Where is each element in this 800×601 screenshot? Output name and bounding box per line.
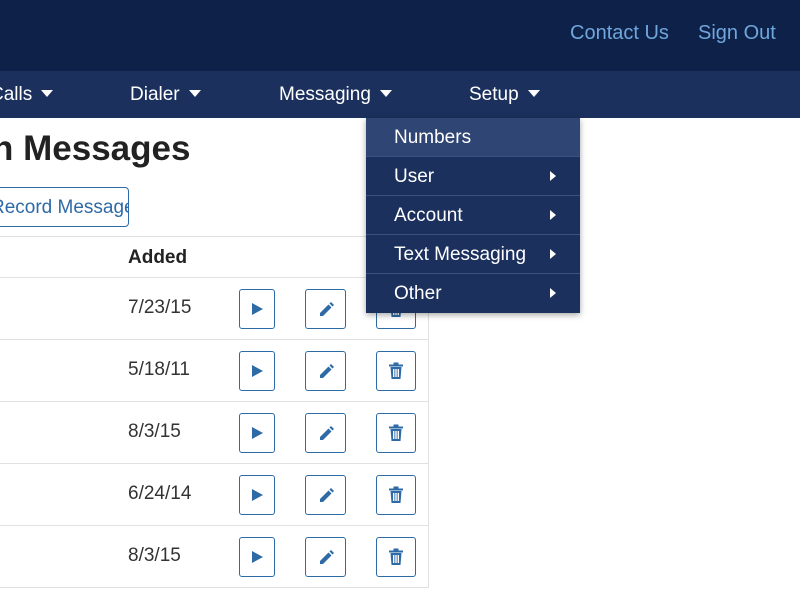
play-icon bbox=[250, 550, 264, 564]
chevron-right-icon bbox=[550, 288, 556, 298]
trash-icon bbox=[388, 424, 404, 442]
table-row: 6/24/14 bbox=[0, 464, 428, 526]
table-row: 7/23/15 bbox=[0, 278, 428, 340]
added-date: 5/18/11 bbox=[128, 359, 190, 380]
pencil-icon bbox=[317, 548, 335, 566]
edit-button[interactable] bbox=[305, 475, 346, 515]
trash-icon bbox=[388, 486, 404, 504]
edit-button[interactable] bbox=[305, 351, 346, 391]
play-icon bbox=[250, 426, 264, 440]
menu-item-account[interactable]: Account bbox=[366, 196, 580, 235]
main-nav-bar: Calls Dialer Messaging Setup bbox=[0, 71, 800, 118]
contact-us-link[interactable]: Contact Us bbox=[570, 20, 669, 46]
menu-item-label: Account bbox=[394, 205, 463, 226]
play-icon bbox=[250, 488, 264, 502]
setup-dropdown-menu: Numbers User Account Text Messaging Othe… bbox=[366, 118, 580, 313]
menu-item-numbers[interactable]: Numbers bbox=[366, 118, 580, 157]
chevron-right-icon bbox=[550, 210, 556, 220]
nav-calls[interactable]: Calls bbox=[0, 71, 54, 118]
menu-item-label: User bbox=[394, 166, 435, 187]
edit-button[interactable] bbox=[305, 289, 346, 329]
added-date: 8/3/15 bbox=[128, 545, 181, 566]
nav-messaging-label: Messaging bbox=[279, 84, 371, 105]
nav-setup[interactable]: Setup bbox=[469, 71, 540, 118]
added-date: 8/3/15 bbox=[128, 421, 181, 442]
pencil-icon bbox=[317, 424, 335, 442]
chevron-down-icon bbox=[379, 90, 392, 97]
chevron-right-icon bbox=[550, 171, 556, 181]
play-button[interactable] bbox=[239, 289, 275, 329]
pencil-icon bbox=[317, 300, 335, 318]
menu-item-label: Text Messaging bbox=[394, 244, 527, 265]
nav-dialer[interactable]: Dialer bbox=[130, 71, 201, 118]
nav-calls-label: Calls bbox=[0, 84, 33, 105]
play-button[interactable] bbox=[239, 351, 275, 391]
play-button[interactable] bbox=[239, 537, 275, 577]
column-header-added: Added bbox=[128, 247, 188, 268]
menu-item-user[interactable]: User bbox=[366, 157, 580, 196]
menu-item-label: Other bbox=[394, 283, 442, 304]
trash-icon bbox=[388, 548, 404, 566]
edit-button[interactable] bbox=[305, 537, 346, 577]
chevron-down-icon bbox=[41, 90, 54, 97]
menu-item-text-messaging[interactable]: Text Messaging bbox=[366, 235, 580, 274]
chevron-right-icon bbox=[550, 249, 556, 259]
added-date: 6/24/14 bbox=[128, 483, 192, 504]
play-button[interactable] bbox=[239, 475, 275, 515]
nav-dialer-label: Dialer bbox=[130, 84, 180, 105]
menu-item-label: Numbers bbox=[394, 127, 472, 148]
added-date: 7/23/15 bbox=[128, 297, 192, 318]
record-message-button[interactable]: Record Message bbox=[0, 187, 129, 227]
delete-button[interactable] bbox=[376, 413, 416, 453]
table-header: Added bbox=[0, 236, 428, 278]
sign-out-link[interactable]: Sign Out bbox=[698, 20, 776, 46]
menu-item-other[interactable]: Other bbox=[366, 274, 580, 313]
nav-messaging[interactable]: Messaging bbox=[279, 71, 392, 118]
table-row: 8/3/15 bbox=[0, 526, 428, 588]
messages-table: Added 7/23/15 5/18/11 8/3/15 6/24/14 8/3/15 bbox=[0, 236, 429, 588]
play-button[interactable] bbox=[239, 413, 275, 453]
top-header-bar: Contact Us Sign Out bbox=[0, 0, 800, 71]
trash-icon bbox=[388, 362, 404, 380]
pencil-icon bbox=[317, 486, 335, 504]
edit-button[interactable] bbox=[305, 413, 346, 453]
play-icon bbox=[250, 364, 264, 378]
table-row: 8/3/15 bbox=[0, 402, 428, 464]
delete-button[interactable] bbox=[376, 475, 416, 515]
delete-button[interactable] bbox=[376, 537, 416, 577]
nav-setup-label: Setup bbox=[469, 84, 519, 105]
table-row: 5/18/11 bbox=[0, 340, 428, 402]
chevron-down-icon bbox=[188, 90, 201, 97]
pencil-icon bbox=[317, 362, 335, 380]
delete-button[interactable] bbox=[376, 351, 416, 391]
play-icon bbox=[250, 302, 264, 316]
chevron-down-icon bbox=[527, 90, 540, 97]
page-title: n Messages bbox=[0, 129, 191, 168]
